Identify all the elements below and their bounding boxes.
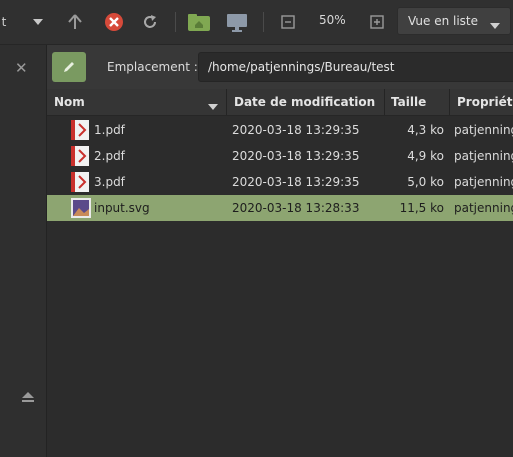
sort-down-icon: [208, 99, 218, 113]
file-name: 2.pdf: [94, 149, 125, 163]
computer-icon[interactable]: [224, 10, 250, 34]
up-arrow-icon[interactable]: [64, 10, 86, 34]
file-size: 11,5 ko: [399, 201, 444, 215]
file-owner: patjenning: [454, 149, 513, 163]
file-name: input.svg: [94, 201, 150, 215]
file-owner: patjenning: [454, 175, 513, 189]
zoom-out-icon[interactable]: [278, 10, 298, 34]
file-name: 1.pdf: [94, 123, 125, 137]
sidebar: ✕: [0, 45, 47, 457]
file-size: 4,3 ko: [407, 123, 444, 137]
file-modified: 2020-03-18 13:29:35: [232, 175, 360, 189]
toolbar: t 50% Vue en liste: [0, 0, 513, 45]
table-row[interactable]: 1.pdf 2020-03-18 13:29:35 4,3 ko patjenn…: [47, 117, 513, 143]
image-file-icon: [71, 198, 91, 221]
home-folder-icon[interactable]: [186, 10, 212, 34]
toolbar-separator: [175, 12, 176, 32]
file-list: Nom Date de modification Taille Propriét…: [47, 89, 513, 457]
reload-icon[interactable]: [138, 10, 162, 34]
file-name: 3.pdf: [94, 175, 125, 189]
pencil-icon: [64, 62, 74, 72]
location-bar: Emplacement : /home/patjennings/Bureau/t…: [47, 45, 513, 89]
column-header-name[interactable]: Nom: [54, 95, 85, 109]
file-modified: 2020-03-18 13:29:35: [232, 123, 360, 137]
zoom-level: 50%: [319, 13, 346, 27]
file-size: 4,9 ko: [407, 149, 444, 163]
table-row[interactable]: input.svg 2020-03-18 13:28:33 11,5 ko pa…: [47, 195, 513, 221]
view-mode-select[interactable]: Vue en liste: [397, 7, 511, 35]
location-label: Emplacement :: [107, 60, 198, 74]
table-row[interactable]: 3.pdf 2020-03-18 13:29:35 5,0 ko patjenn…: [47, 169, 513, 195]
file-owner: patjenning: [454, 123, 513, 137]
file-modified: 2020-03-18 13:29:35: [232, 149, 360, 163]
close-icon[interactable]: ✕: [15, 59, 28, 77]
toolbar-separator: [263, 12, 264, 32]
zoom-in-icon[interactable]: [367, 10, 387, 34]
location-input[interactable]: /home/patjennings/Bureau/test: [198, 52, 513, 82]
pdf-file-icon: [71, 172, 89, 195]
list-header: Nom Date de modification Taille Propriét…: [47, 89, 513, 116]
file-size: 5,0 ko: [407, 175, 444, 189]
stop-icon[interactable]: [102, 10, 126, 34]
pdf-file-icon: [71, 120, 89, 143]
file-owner: patjenning: [454, 201, 513, 215]
file-modified: 2020-03-18 13:28:33: [232, 201, 360, 215]
toolbar-partial-label: t: [1, 15, 7, 29]
table-row[interactable]: 2.pdf 2020-03-18 13:29:35 4,9 ko patjenn…: [47, 143, 513, 169]
column-header-size[interactable]: Taille: [391, 95, 426, 109]
column-header-owner[interactable]: Propriéta: [457, 95, 513, 109]
column-header-modified[interactable]: Date de modification: [234, 95, 375, 109]
view-mode-label: Vue en liste: [408, 14, 479, 28]
chevron-down-icon[interactable]: [30, 10, 46, 34]
chevron-down-icon: [490, 18, 500, 32]
eject-icon[interactable]: [22, 391, 34, 405]
pdf-file-icon: [71, 146, 89, 169]
edit-location-button[interactable]: [52, 52, 86, 82]
